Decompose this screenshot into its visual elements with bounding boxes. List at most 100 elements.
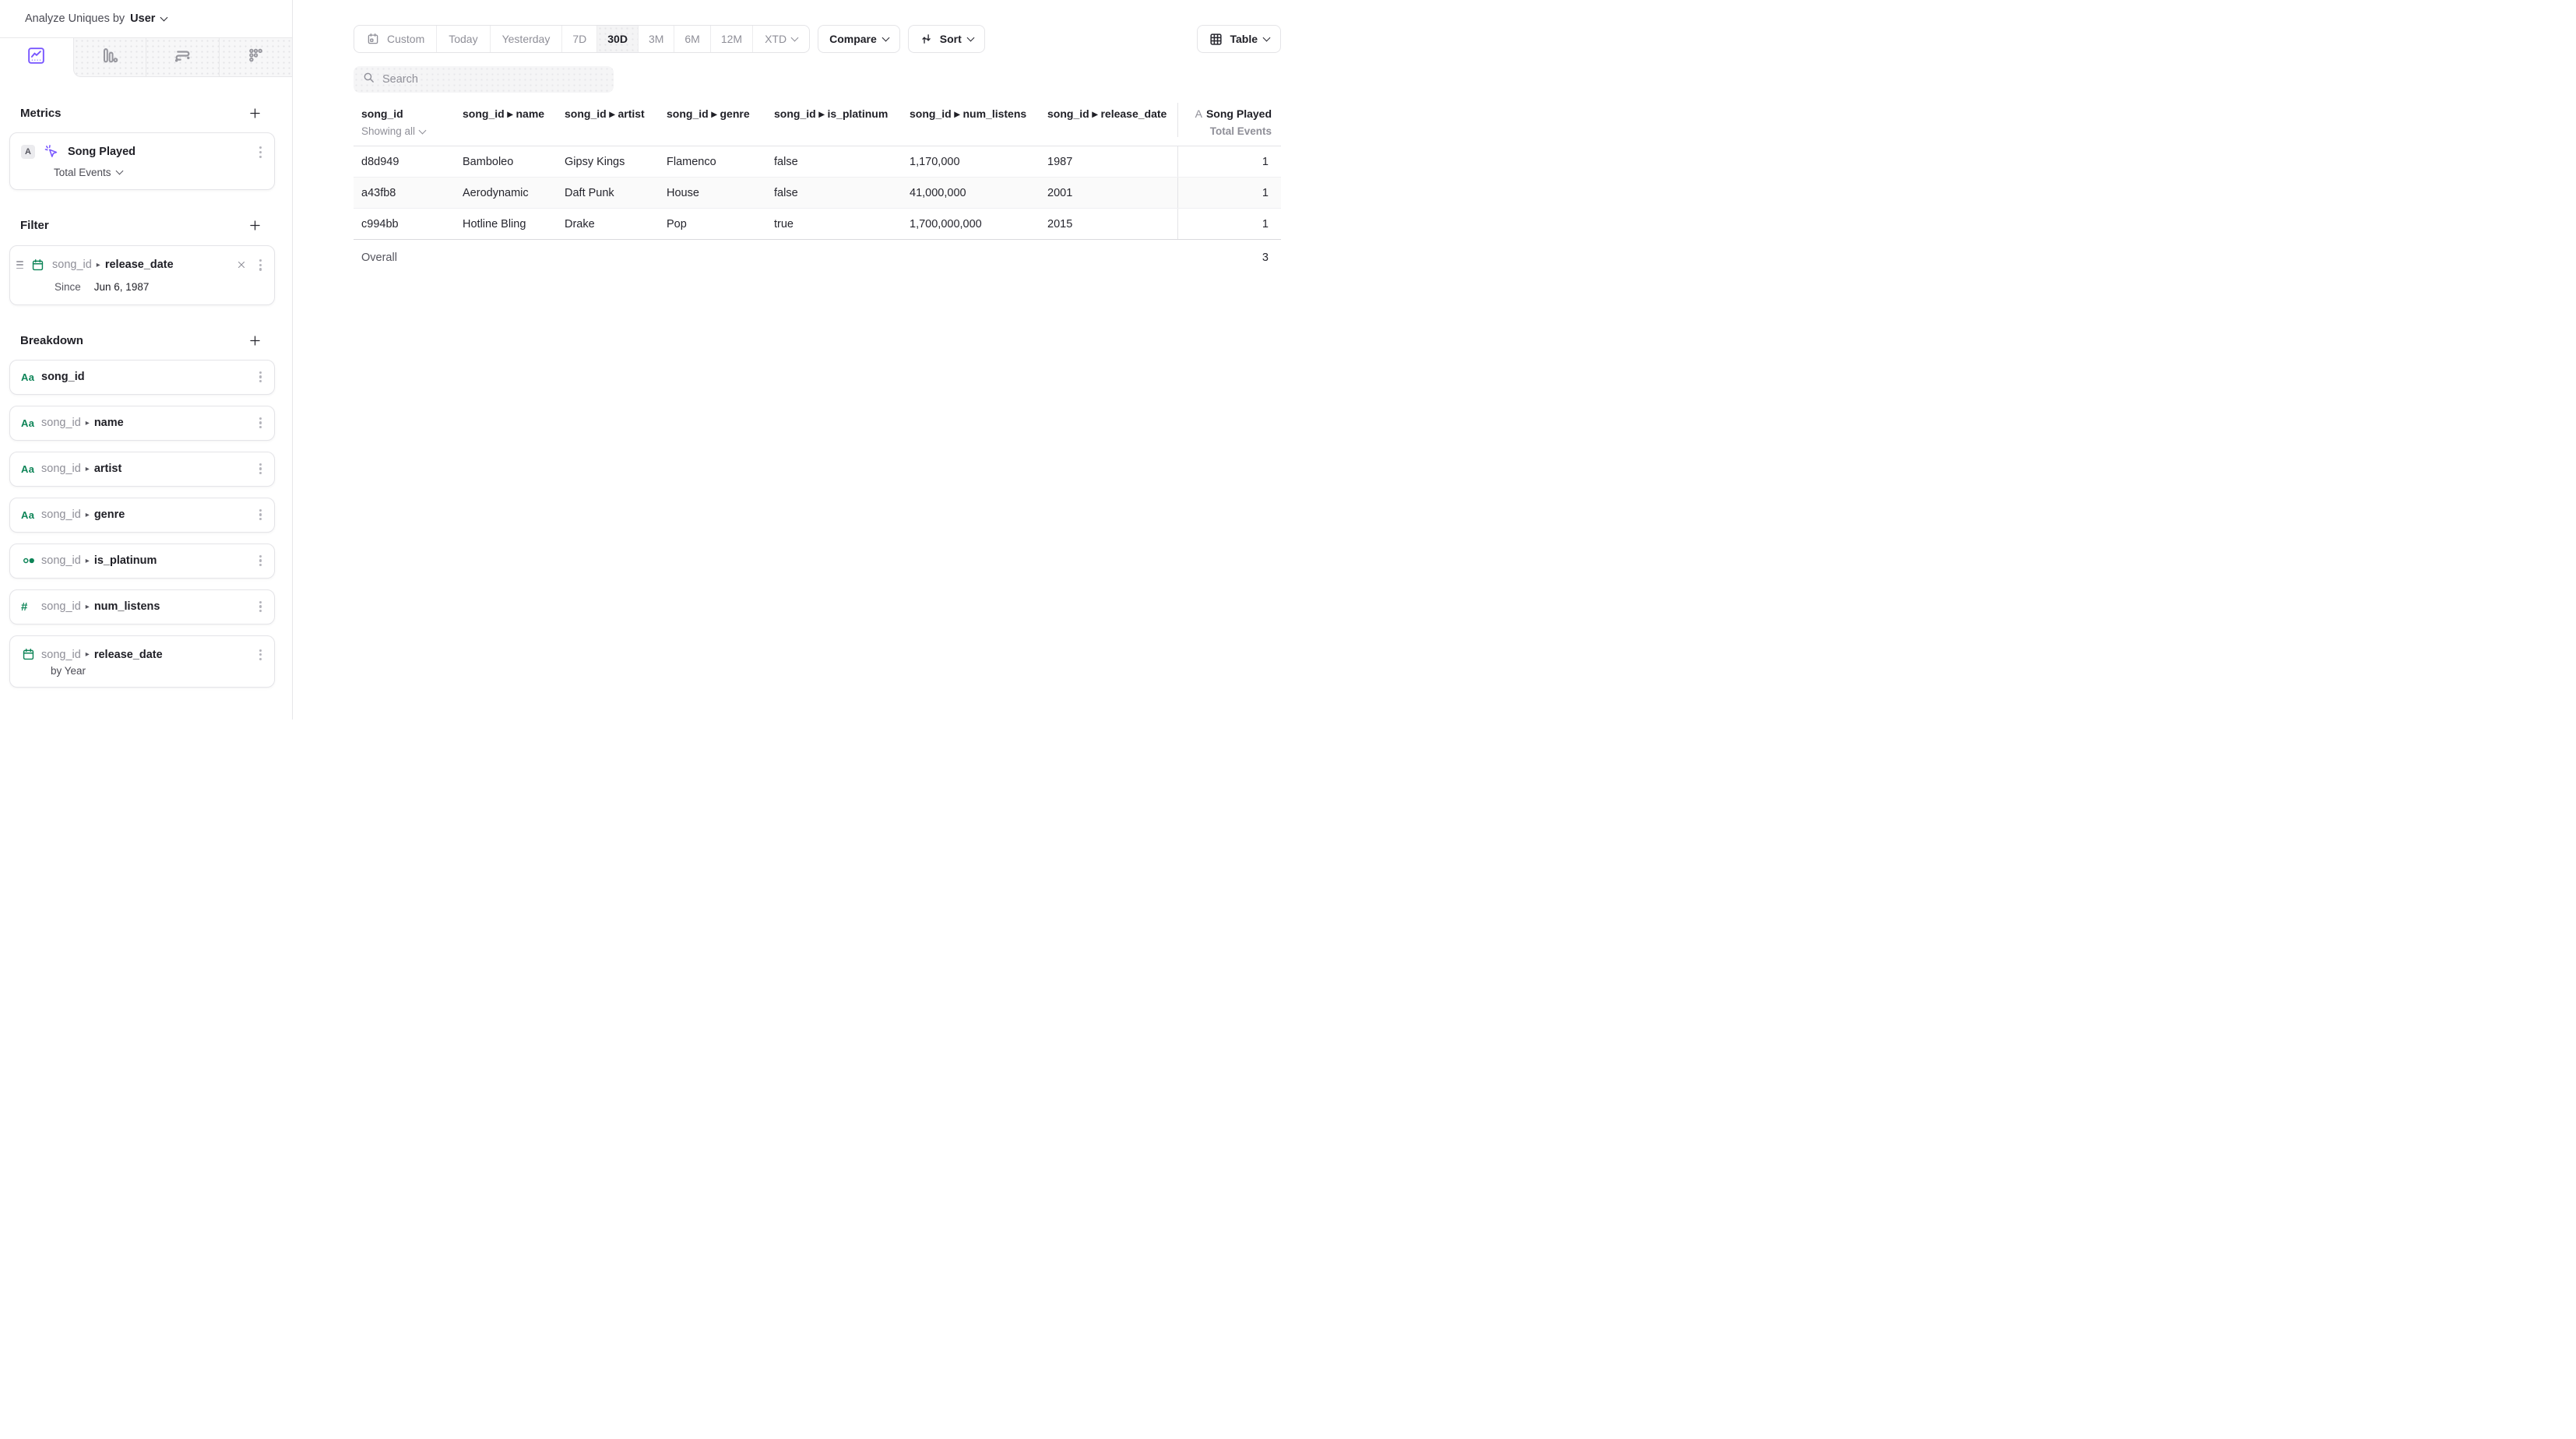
line-chart-icon — [26, 45, 47, 70]
breakdown-options-menu[interactable] — [258, 414, 263, 432]
metric-options-menu[interactable] — [258, 143, 263, 161]
table-row[interactable]: d8d949 Bamboleo Gipsy Kings Flamenco fal… — [354, 146, 1281, 178]
breakdown-item[interactable]: Aa song_id ▸ genre — [9, 498, 275, 533]
metric-aggregation-dropdown[interactable]: Total Events — [10, 161, 274, 189]
chart-type-button[interactable]: Table — [1197, 25, 1281, 53]
breakdown-options-menu[interactable] — [258, 646, 263, 664]
column-header[interactable]: song_id Showing all — [354, 103, 455, 137]
compare-label: Compare — [829, 33, 877, 45]
cell-release-date: 2001 — [1040, 187, 1177, 199]
drag-handle-icon[interactable] — [16, 261, 23, 269]
cell-release-date: 1987 — [1040, 156, 1177, 168]
column-header[interactable]: song_id ▸ release_date — [1040, 103, 1177, 137]
table-row[interactable]: c994bb Hotline Bling Drake Pop true 1,70… — [354, 209, 1281, 240]
chart-type-label: Table — [1230, 33, 1258, 45]
range-label: 30D — [607, 33, 628, 45]
showing-all-label: Showing all — [361, 125, 415, 137]
column-header[interactable]: song_id ▸ is_platinum — [766, 103, 902, 137]
metric-aggregation: Total Events — [1186, 125, 1272, 137]
cell-song-id: d8d949 — [354, 156, 455, 168]
filter-condition[interactable]: Since Jun 6, 1987 — [10, 274, 274, 304]
breakdown-options-menu[interactable] — [258, 460, 263, 478]
column-header[interactable]: song_id ▸ name — [455, 103, 557, 137]
query-builder-sidebar: Analyze Uniques by User — [0, 0, 293, 720]
boolean-type-icon — [21, 553, 41, 568]
breakdown-property: song_id — [41, 417, 81, 429]
date-range-picker: Custom Today Yesterday 7D 30D 3M 6M 12M … — [354, 25, 810, 53]
calendar-icon — [366, 32, 380, 46]
analyze-label: Analyze Uniques by — [25, 12, 125, 25]
breakdown-item[interactable]: # song_id ▸ num_listens — [9, 589, 275, 625]
tab-funnels[interactable] — [74, 38, 146, 76]
remove-filter-button[interactable] — [236, 259, 247, 270]
analyze-entity-dropdown[interactable]: User — [130, 12, 155, 25]
column-header[interactable]: song_id ▸ genre — [659, 103, 766, 137]
flows-icon — [172, 45, 193, 70]
breakdown-property: song_id — [41, 508, 81, 521]
text-type-icon: Aa — [21, 371, 41, 383]
breakdown-item[interactable]: Aa song_id ▸ name — [9, 406, 275, 441]
filter-title: Filter — [20, 219, 49, 232]
breakdown-options-menu[interactable] — [258, 506, 263, 524]
tab-insights[interactable] — [0, 38, 73, 77]
metric-card[interactable]: A Song Played Total Events — [9, 132, 275, 190]
sidebar-sections: Metrics A Song Played — [0, 77, 292, 720]
tab-flows[interactable] — [146, 38, 219, 76]
search-input[interactable] — [382, 73, 585, 86]
column-header[interactable]: song_id ▸ num_listens — [902, 103, 1040, 137]
breakdown-options-menu[interactable] — [258, 598, 263, 616]
cell-is-platinum: false — [766, 187, 902, 199]
breakdown-subproperty: genre — [94, 508, 125, 521]
table-grid-icon — [1209, 32, 1223, 47]
range-yesterday[interactable]: Yesterday — [490, 26, 562, 52]
sort-label: Sort — [940, 33, 962, 45]
breakdown-item[interactable]: song_id ▸ release_date by Year — [9, 635, 275, 688]
breakdown-date-granularity[interactable]: by Year — [10, 663, 274, 687]
range-12m[interactable]: 12M — [710, 26, 752, 52]
filter-card[interactable]: song_id ▸ release_date Since Jun 6, 1987 — [9, 245, 275, 305]
cell-num-listens: 1,700,000,000 — [902, 218, 1040, 230]
range-xtd[interactable]: XTD — [752, 26, 809, 52]
tab-retention[interactable] — [219, 38, 292, 76]
sort-button[interactable]: Sort — [908, 25, 985, 53]
filter-section-header: Filter — [20, 218, 262, 234]
breakdown-subproperty: is_platinum — [94, 554, 157, 567]
table-row[interactable]: a43fb8 Aerodynamic Daft Punk House false… — [354, 178, 1281, 209]
cell-name: Hotline Bling — [455, 218, 557, 230]
range-label: 7D — [572, 33, 586, 45]
arrow-right-icon: ▸ — [86, 511, 90, 519]
filter-subproperty: release_date — [105, 259, 174, 271]
breakdown-options-menu[interactable] — [258, 552, 263, 570]
metric-column-header[interactable]: ASong Played Total Events — [1177, 103, 1281, 137]
compare-button[interactable]: Compare — [818, 25, 900, 53]
report-type-tabs — [0, 37, 292, 77]
filter-options-menu[interactable] — [258, 256, 263, 274]
showing-all-dropdown[interactable]: Showing all — [361, 125, 455, 137]
metric-event-name: Song Played — [68, 146, 135, 158]
breakdown-item[interactable]: Aa song_id — [9, 360, 275, 395]
insights-report-app: Analyze Uniques by User — [0, 0, 1288, 720]
column-header-label: song_id — [361, 107, 455, 120]
breakdown-item[interactable]: Aa song_id ▸ artist — [9, 452, 275, 487]
breakdown-item[interactable]: song_id ▸ is_platinum — [9, 544, 275, 579]
breakdown-item-main: song_id ▸ release_date — [10, 636, 274, 664]
range-custom[interactable]: Custom — [354, 26, 436, 52]
breakdown-options-menu[interactable] — [258, 368, 263, 386]
range-30d[interactable]: 30D — [596, 26, 638, 52]
range-3m[interactable]: 3M — [638, 26, 674, 52]
add-filter-button[interactable] — [247, 218, 262, 234]
range-today[interactable]: Today — [436, 26, 489, 52]
range-7d[interactable]: 7D — [561, 26, 596, 52]
table-search[interactable] — [354, 66, 614, 93]
add-breakdown-button[interactable] — [247, 333, 262, 349]
number-type-icon: # — [21, 600, 41, 614]
column-header[interactable]: song_id ▸ artist — [557, 103, 659, 137]
cell-name: Aerodynamic — [455, 187, 557, 199]
dot-grid-icon — [245, 45, 266, 70]
overall-value: 3 — [1177, 252, 1281, 264]
range-6m[interactable]: 6M — [674, 26, 709, 52]
filter-card-main: song_id ▸ release_date — [10, 246, 274, 274]
add-metric-button[interactable] — [247, 105, 262, 121]
chevron-down-icon — [791, 33, 799, 41]
cell-is-platinum: false — [766, 156, 902, 168]
